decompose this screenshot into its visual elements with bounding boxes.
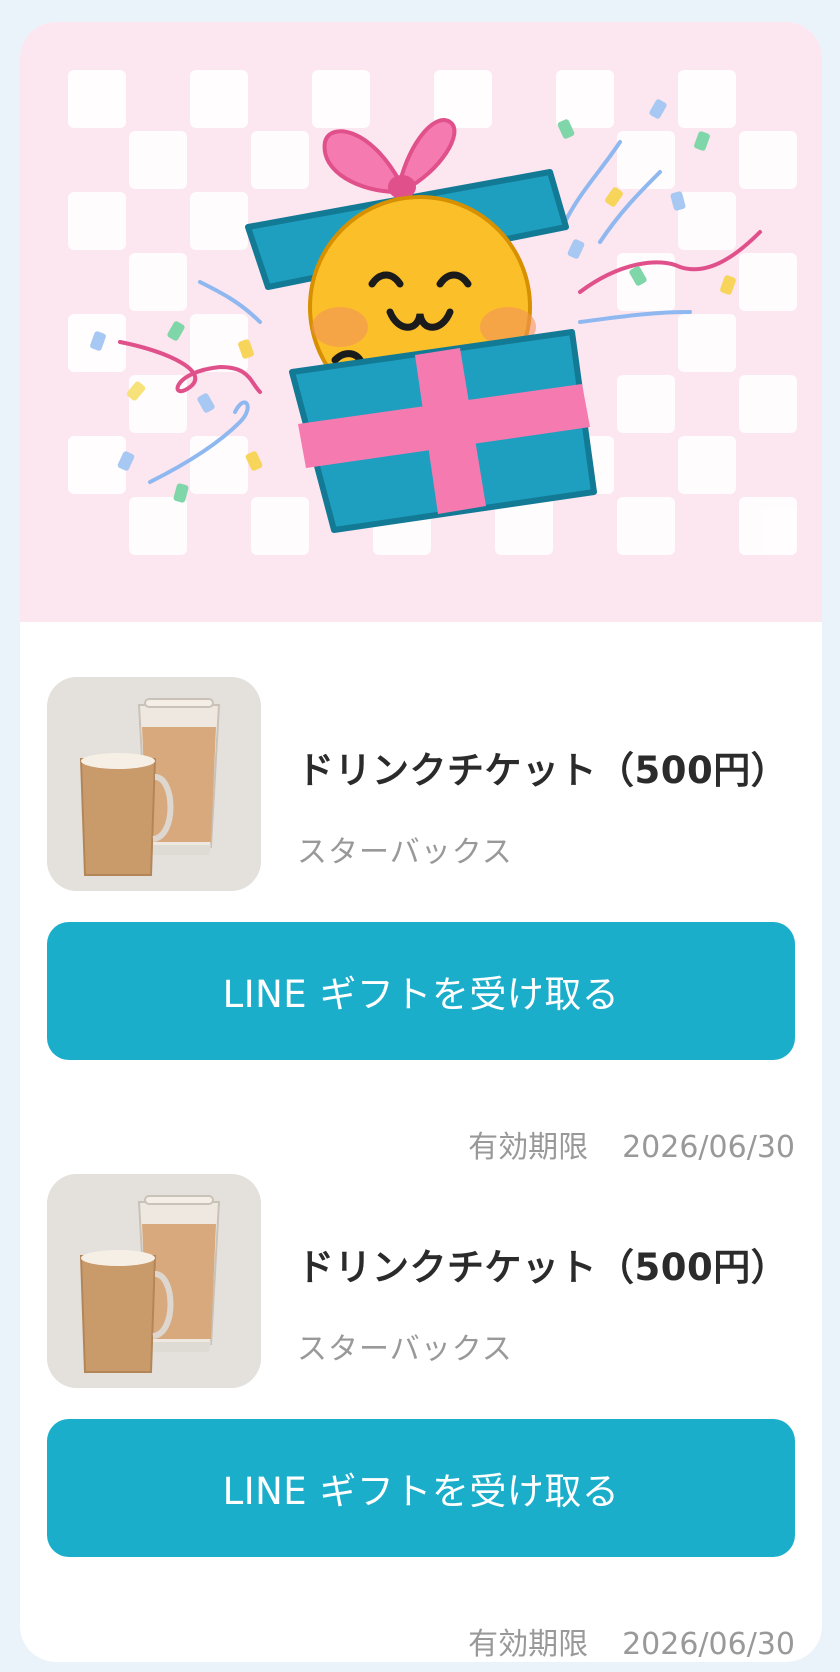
brand-name: スターバックス bbox=[297, 1332, 513, 1367]
drinks-photo bbox=[47, 677, 261, 891]
product-thumbnail bbox=[47, 1174, 261, 1388]
expiry-date: 2026/06/30 bbox=[622, 1130, 795, 1165]
brand-name: スターバックス bbox=[297, 835, 513, 870]
gift-illustration-banner bbox=[20, 22, 822, 622]
product-thumbnail bbox=[47, 677, 261, 891]
ribbon-bow bbox=[322, 118, 457, 199]
expiry-date: 2026/06/30 bbox=[622, 1627, 795, 1662]
expiry-label: 有効期限 bbox=[468, 1627, 589, 1662]
drinks-photo bbox=[47, 1174, 261, 1388]
expiry-label: 有効期限 bbox=[468, 1130, 589, 1165]
gift-card: ドリンクチケット（500円） スターバックス LINE ギフトを受け取る 有効期… bbox=[20, 22, 822, 1662]
expiry-info: 有効期限 2026/06/30 bbox=[468, 1122, 795, 1166]
receive-gift-button[interactable]: LINE ギフトを受け取る bbox=[47, 922, 795, 1060]
expiry-info: 有効期限 2026/06/30 bbox=[468, 1619, 795, 1662]
receive-gift-button[interactable]: LINE ギフトを受け取る bbox=[47, 1419, 795, 1557]
ticket-title: ドリンクチケット（500円） bbox=[297, 749, 789, 792]
ticket-title: ドリンクチケット（500円） bbox=[297, 1246, 789, 1289]
gift-box-illustration bbox=[68, 70, 797, 555]
